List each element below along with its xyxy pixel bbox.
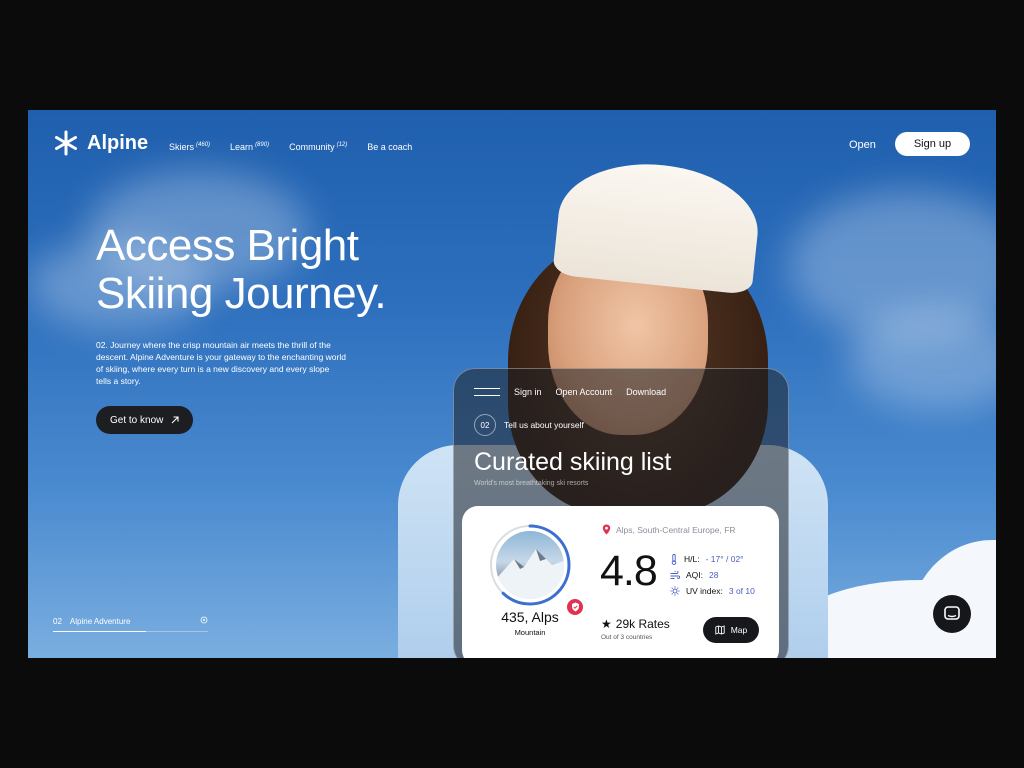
resort-name: 435, Alps [501, 609, 559, 625]
open-link[interactable]: Open [849, 139, 876, 151]
map-button[interactable]: Map [703, 617, 759, 643]
panel-nav: Sign in Open Account Download [474, 387, 666, 397]
panel-nav-download[interactable]: Download [626, 387, 666, 397]
star-icon: ★ [601, 617, 612, 631]
slide-progress [53, 631, 208, 632]
resort-type: Mountain [514, 628, 546, 637]
thermometer-icon [671, 553, 677, 565]
hero-section: Alpine Skiers (460) Learn (890) Community(… [28, 110, 996, 658]
signup-button[interactable]: Sign up [895, 132, 970, 156]
rating-value: 4.8 [600, 547, 658, 595]
panel-subtitle: World's most breathtaking ski resorts [474, 480, 589, 487]
get-to-know-button[interactable]: Get to know [96, 406, 194, 434]
nav-item-learn[interactable]: Learn (890) [230, 142, 269, 152]
main-nav: Skiers (460) Learn (890) Community (12) Be … [169, 142, 412, 152]
location-pin-icon [602, 524, 611, 535]
mountain-image [496, 531, 564, 599]
hero-description: 02. Journey where the crisp mountain air… [96, 340, 346, 386]
slide-label: Alpine Adventure [69, 616, 131, 626]
panel-nav-open-account[interactable]: Open Account [556, 387, 613, 397]
chat-icon [944, 606, 960, 620]
rates: ★ 29k Rates [601, 617, 670, 631]
nav-item-be-a-coach[interactable]: Be a coach [367, 142, 412, 152]
location: Alps, South-Central Europe, FR [602, 524, 736, 535]
step-number: 02 [474, 414, 496, 436]
step-prompt[interactable]: 02 Tell us about yourself [474, 414, 584, 436]
stat-aqi: AQI: 28 [670, 567, 755, 583]
sun-icon [670, 586, 680, 596]
headline: Access Bright Skiing Journey. [96, 221, 387, 318]
circle-dot-icon [200, 616, 208, 626]
panel-title: Curated skiing list [474, 448, 672, 476]
logo[interactable]: Alpine [53, 130, 148, 156]
stat-uv: UV index: 3 of 10 [670, 583, 755, 599]
menu-icon[interactable] [474, 388, 500, 396]
brand-name: Alpine [87, 131, 149, 154]
nav-item-skiers[interactable]: Skiers (460) [169, 142, 210, 152]
slide-number: 02 [53, 616, 62, 626]
arrow-up-right-icon [171, 416, 179, 424]
rates-subtitle: Out of 3 countries [601, 634, 653, 641]
weather-stats: H/L: - 17° / 02° AQI: 28 UV index: 3 of 10 [670, 551, 755, 599]
snowflake-icon [55, 130, 77, 156]
slide-indicator[interactable]: 02 Alpine Adventure [53, 616, 208, 632]
panel-nav-sign-in[interactable]: Sign in [514, 387, 542, 397]
step-label: Tell us about yourself [504, 420, 584, 430]
rating-ring [488, 523, 585, 617]
wind-icon [670, 570, 680, 579]
chat-button[interactable] [933, 595, 971, 633]
map-icon [715, 625, 725, 635]
stat-temperature: H/L: - 17° / 02° [670, 551, 755, 567]
beanie [552, 154, 764, 296]
resort-card[interactable]: 435, Alps Mountain Alps, South-Central E… [462, 506, 779, 658]
nav-item-community[interactable]: Community (12) [289, 142, 347, 152]
